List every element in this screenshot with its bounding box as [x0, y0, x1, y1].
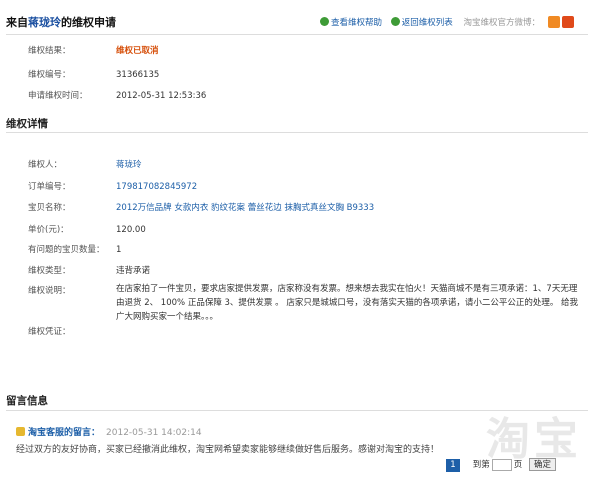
id-label: 维权编号：	[28, 70, 71, 80]
page-1-button[interactable]: 1	[446, 459, 460, 472]
help-icon	[320, 17, 330, 26]
desc-row: 维权说明：	[28, 284, 116, 296]
message-time: 2012-05-31 14:02:14	[106, 428, 202, 438]
price-row: 单价(元)： 120.00	[28, 223, 146, 235]
time-label: 申请维权时间：	[28, 91, 88, 101]
type-row: 维权类型： 违背承诺	[28, 264, 150, 276]
back-icon	[390, 17, 400, 26]
back-link[interactable]: 返回维权列表	[390, 17, 453, 28]
applicant-label: 维权人：	[28, 160, 63, 170]
qty-label: 有问题的宝贝数量：	[28, 245, 105, 255]
watermark: 淘宝	[486, 414, 582, 465]
id-row: 维权编号： 31366135	[28, 68, 159, 80]
desc-value: 在店家拍了一件宝贝，要求店家提供发票，店家称没有发票。想来想去我实在怕火！天猫商…	[116, 284, 579, 322]
item-label: 宝贝名称：	[28, 203, 71, 213]
type-value: 违背承诺	[116, 266, 151, 276]
order-link[interactable]: 179817082845972	[116, 182, 197, 192]
title-user-link[interactable]: 蒋珑玲	[28, 16, 61, 29]
message-icon	[16, 427, 25, 436]
item-link[interactable]: 2012万信品牌 女款内衣 豹纹花案 蕾丝花边 抹胸式真丝文胸 B9333	[116, 203, 374, 213]
page-title: 来自蒋珑玲的维权申请	[6, 14, 116, 30]
order-label: 订单编号：	[28, 182, 71, 192]
qty-row: 有问题的宝贝数量： 1	[28, 243, 121, 255]
item-row: 宝贝名称： 2012万信品牌 女款内衣 豹纹花案 蕾丝花边 抹胸式真丝文胸 B93…	[28, 201, 374, 213]
message-author: 淘宝客服的留言：	[28, 428, 101, 438]
status-row: 维权结果： 维权已取消	[28, 44, 159, 56]
id-value: 31366135	[116, 70, 160, 80]
details-section-title: 维权详情	[6, 118, 48, 130]
desc-label: 维权说明：	[28, 286, 71, 296]
order-row: 订单编号： 179817082845972	[28, 180, 197, 192]
price-value: 120.00	[116, 225, 146, 235]
title-prefix: 来自	[6, 16, 28, 29]
weibo-icon[interactable]	[562, 16, 574, 28]
messages-section-title: 留言信息	[6, 395, 48, 407]
details-divider	[6, 132, 588, 133]
qty-value: 1	[116, 245, 122, 255]
status-value: 维权已取消	[116, 46, 159, 56]
applicant-row: 维权人： 蒋珑玲	[28, 158, 142, 170]
help-link[interactable]: 查看维权帮助	[320, 17, 382, 28]
status-label: 维权结果：	[28, 46, 71, 56]
proof-label: 维权凭证：	[28, 327, 71, 337]
rss-icon[interactable]	[548, 16, 560, 28]
type-label: 维权类型：	[28, 266, 71, 276]
proof-row: 维权凭证：	[28, 325, 116, 337]
weibo-label: 淘宝维权官方微博：	[463, 18, 540, 28]
price-label: 单价(元)：	[28, 225, 69, 235]
header-divider	[6, 34, 588, 35]
applicant-link[interactable]: 蒋珑玲	[116, 160, 142, 170]
time-row: 申请维权时间： 2012-05-31 12:53:36	[28, 89, 206, 101]
top-links: 查看维权帮助 返回维权列表 淘宝维权官方微博：	[314, 16, 540, 28]
title-suffix: 的维权申请	[61, 16, 116, 29]
time-value: 2012-05-31 12:53:36	[116, 91, 207, 101]
header: 来自蒋珑玲的维权申请 查看维权帮助 返回维权列表 淘宝维权官方微博：	[6, 10, 588, 34]
